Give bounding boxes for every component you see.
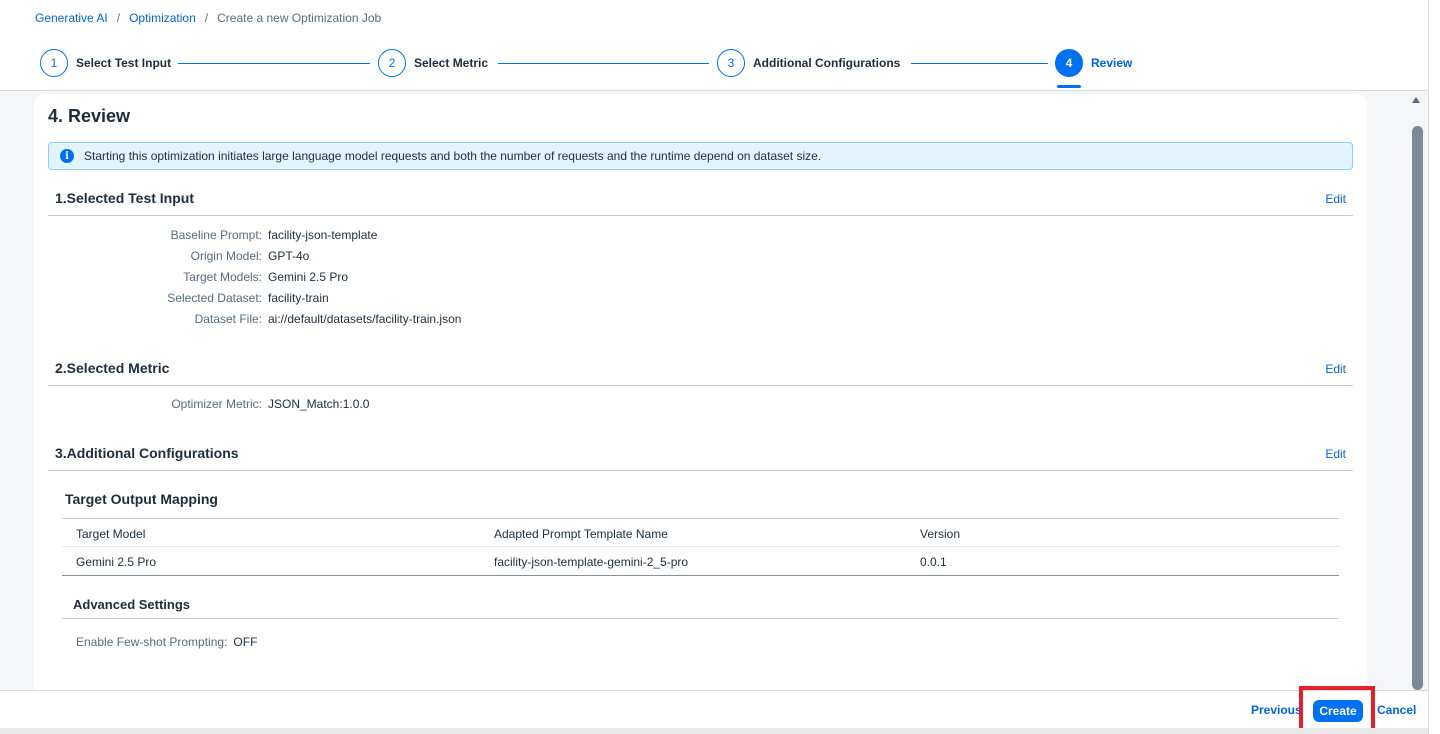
- wizard-connector: [178, 63, 370, 64]
- field-target-models: Target Models: Gemini 2.5 Pro: [34, 270, 348, 284]
- wizard-step-select-test-input[interactable]: 1 Select Test Input: [40, 49, 171, 77]
- wizard-connector: [498, 63, 709, 64]
- breadcrumb-generative-ai[interactable]: Generative AI: [35, 11, 108, 25]
- step-number: 1: [40, 49, 68, 77]
- field-label: Selected Dataset:: [167, 291, 262, 305]
- field-value: OFF: [233, 635, 258, 649]
- edit-test-input-link[interactable]: Edit: [1325, 192, 1346, 206]
- field-enable-few-shot-prompting: Enable Few-shot Prompting: OFF: [76, 635, 257, 649]
- field-dataset-file: Dataset File: ai://default/datasets/faci…: [34, 312, 462, 326]
- window-edge: [1428, 0, 1440, 734]
- edit-metric-link[interactable]: Edit: [1325, 362, 1346, 376]
- vertical-scrollbar[interactable]: [1407, 92, 1428, 690]
- breadcrumb-separator: /: [116, 11, 121, 25]
- wizard-step-select-metric[interactable]: 2 Select Metric: [378, 49, 488, 77]
- table-header-row: Target Model Adapted Prompt Template Nam…: [62, 518, 1339, 547]
- column-header-version: Version: [920, 527, 961, 541]
- review-panel: 4. Review i Starting this optimization i…: [34, 94, 1367, 690]
- cancel-button[interactable]: Cancel: [1377, 703, 1416, 717]
- section-header-metric: 2.Selected Metric Edit: [48, 360, 1353, 386]
- wizard-footer: Previous Create Cancel: [0, 690, 1428, 728]
- target-output-mapping-title: Target Output Mapping: [65, 491, 218, 507]
- info-message-text: Starting this optimization initiates lar…: [84, 149, 822, 163]
- field-origin-model: Origin Model: GPT-4o: [34, 249, 310, 263]
- wizard-connector: [911, 63, 1048, 64]
- step-label: Review: [1091, 56, 1133, 70]
- table-row[interactable]: Gemini 2.5 Pro facility-json-template-ge…: [62, 547, 1339, 576]
- info-icon: i: [60, 149, 74, 163]
- step-label: Select Metric: [414, 56, 489, 70]
- section-title: 1.Selected Test Input: [55, 190, 194, 206]
- wizard-step-additional-configurations[interactable]: 3 Additional Configurations: [717, 49, 900, 77]
- section-header-test-input: 1.Selected Test Input Edit: [48, 190, 1353, 216]
- breadcrumb: Generative AI / Optimization / Create a new …: [35, 11, 381, 25]
- edit-additional-configurations-link[interactable]: Edit: [1325, 447, 1346, 461]
- field-label: Origin Model:: [190, 249, 262, 263]
- field-value: GPT-4o: [268, 249, 310, 263]
- field-value: Gemini 2.5 Pro: [268, 270, 349, 284]
- breadcrumb-current: Create a new Optimization Job: [217, 11, 382, 25]
- field-selected-dataset: Selected Dataset: facility-train: [34, 291, 329, 305]
- cell-adapted-prompt-template-name: facility-json-template-gemini-2_5-pro: [494, 555, 689, 569]
- step-number: 3: [717, 49, 745, 77]
- field-label: Dataset File:: [194, 312, 262, 326]
- page-header: Generative AI / Optimization / Create a new …: [0, 0, 1428, 91]
- wizard-progress: 1 Select Test Input 2 Select Metric 3 Ad…: [40, 49, 1140, 88]
- field-label: Target Models:: [183, 270, 262, 284]
- cell-version: 0.0.1: [920, 555, 947, 569]
- field-label: Baseline Prompt:: [170, 228, 262, 242]
- breadcrumb-separator: /: [204, 11, 209, 25]
- field-baseline-prompt: Baseline Prompt: facility-json-template: [34, 228, 378, 242]
- info-message-strip: i Starting this optimization initiates l…: [48, 142, 1353, 170]
- field-value: ai://default/datasets/facility-train.jso…: [268, 312, 462, 326]
- step-number: 2: [378, 49, 406, 77]
- page-title: 4. Review: [48, 106, 131, 126]
- field-value: JSON_Match:1.0.0: [268, 397, 370, 411]
- scroll-up-arrow-icon[interactable]: [1412, 97, 1420, 103]
- cell-target-model: Gemini 2.5 Pro: [76, 555, 157, 569]
- divider: [62, 618, 1339, 619]
- field-label: Optimizer Metric:: [171, 397, 262, 411]
- step-label: Additional Configurations: [753, 56, 901, 70]
- breadcrumb-optimization[interactable]: Optimization: [129, 11, 196, 25]
- section-header-additional-configurations: 3.Additional Configurations Edit: [48, 445, 1353, 471]
- field-label: Enable Few-shot Prompting:: [76, 635, 228, 649]
- window-edge: [0, 728, 1428, 734]
- column-header-target-model: Target Model: [76, 527, 146, 541]
- advanced-settings-title: Advanced Settings: [73, 597, 191, 612]
- wizard-step-review[interactable]: 4 Review: [1055, 49, 1133, 88]
- scrollbar-thumb[interactable]: [1412, 126, 1423, 690]
- field-value: facility-json-template: [268, 228, 378, 242]
- step-label: Select Test Input: [76, 56, 172, 70]
- section-title: 2.Selected Metric: [55, 360, 170, 376]
- section-title: 3.Additional Configurations: [55, 445, 239, 461]
- target-output-mapping-table: Target Model Adapted Prompt Template Nam…: [62, 518, 1339, 576]
- column-header-adapted-prompt-template-name: Adapted Prompt Template Name: [494, 527, 668, 541]
- create-button[interactable]: Create: [1313, 700, 1363, 722]
- field-value: facility-train: [268, 291, 329, 305]
- previous-button[interactable]: Previous: [1251, 703, 1302, 717]
- field-optimizer-metric: Optimizer Metric: JSON_Match:1.0.0: [34, 397, 369, 411]
- step-number: 4: [1055, 49, 1083, 77]
